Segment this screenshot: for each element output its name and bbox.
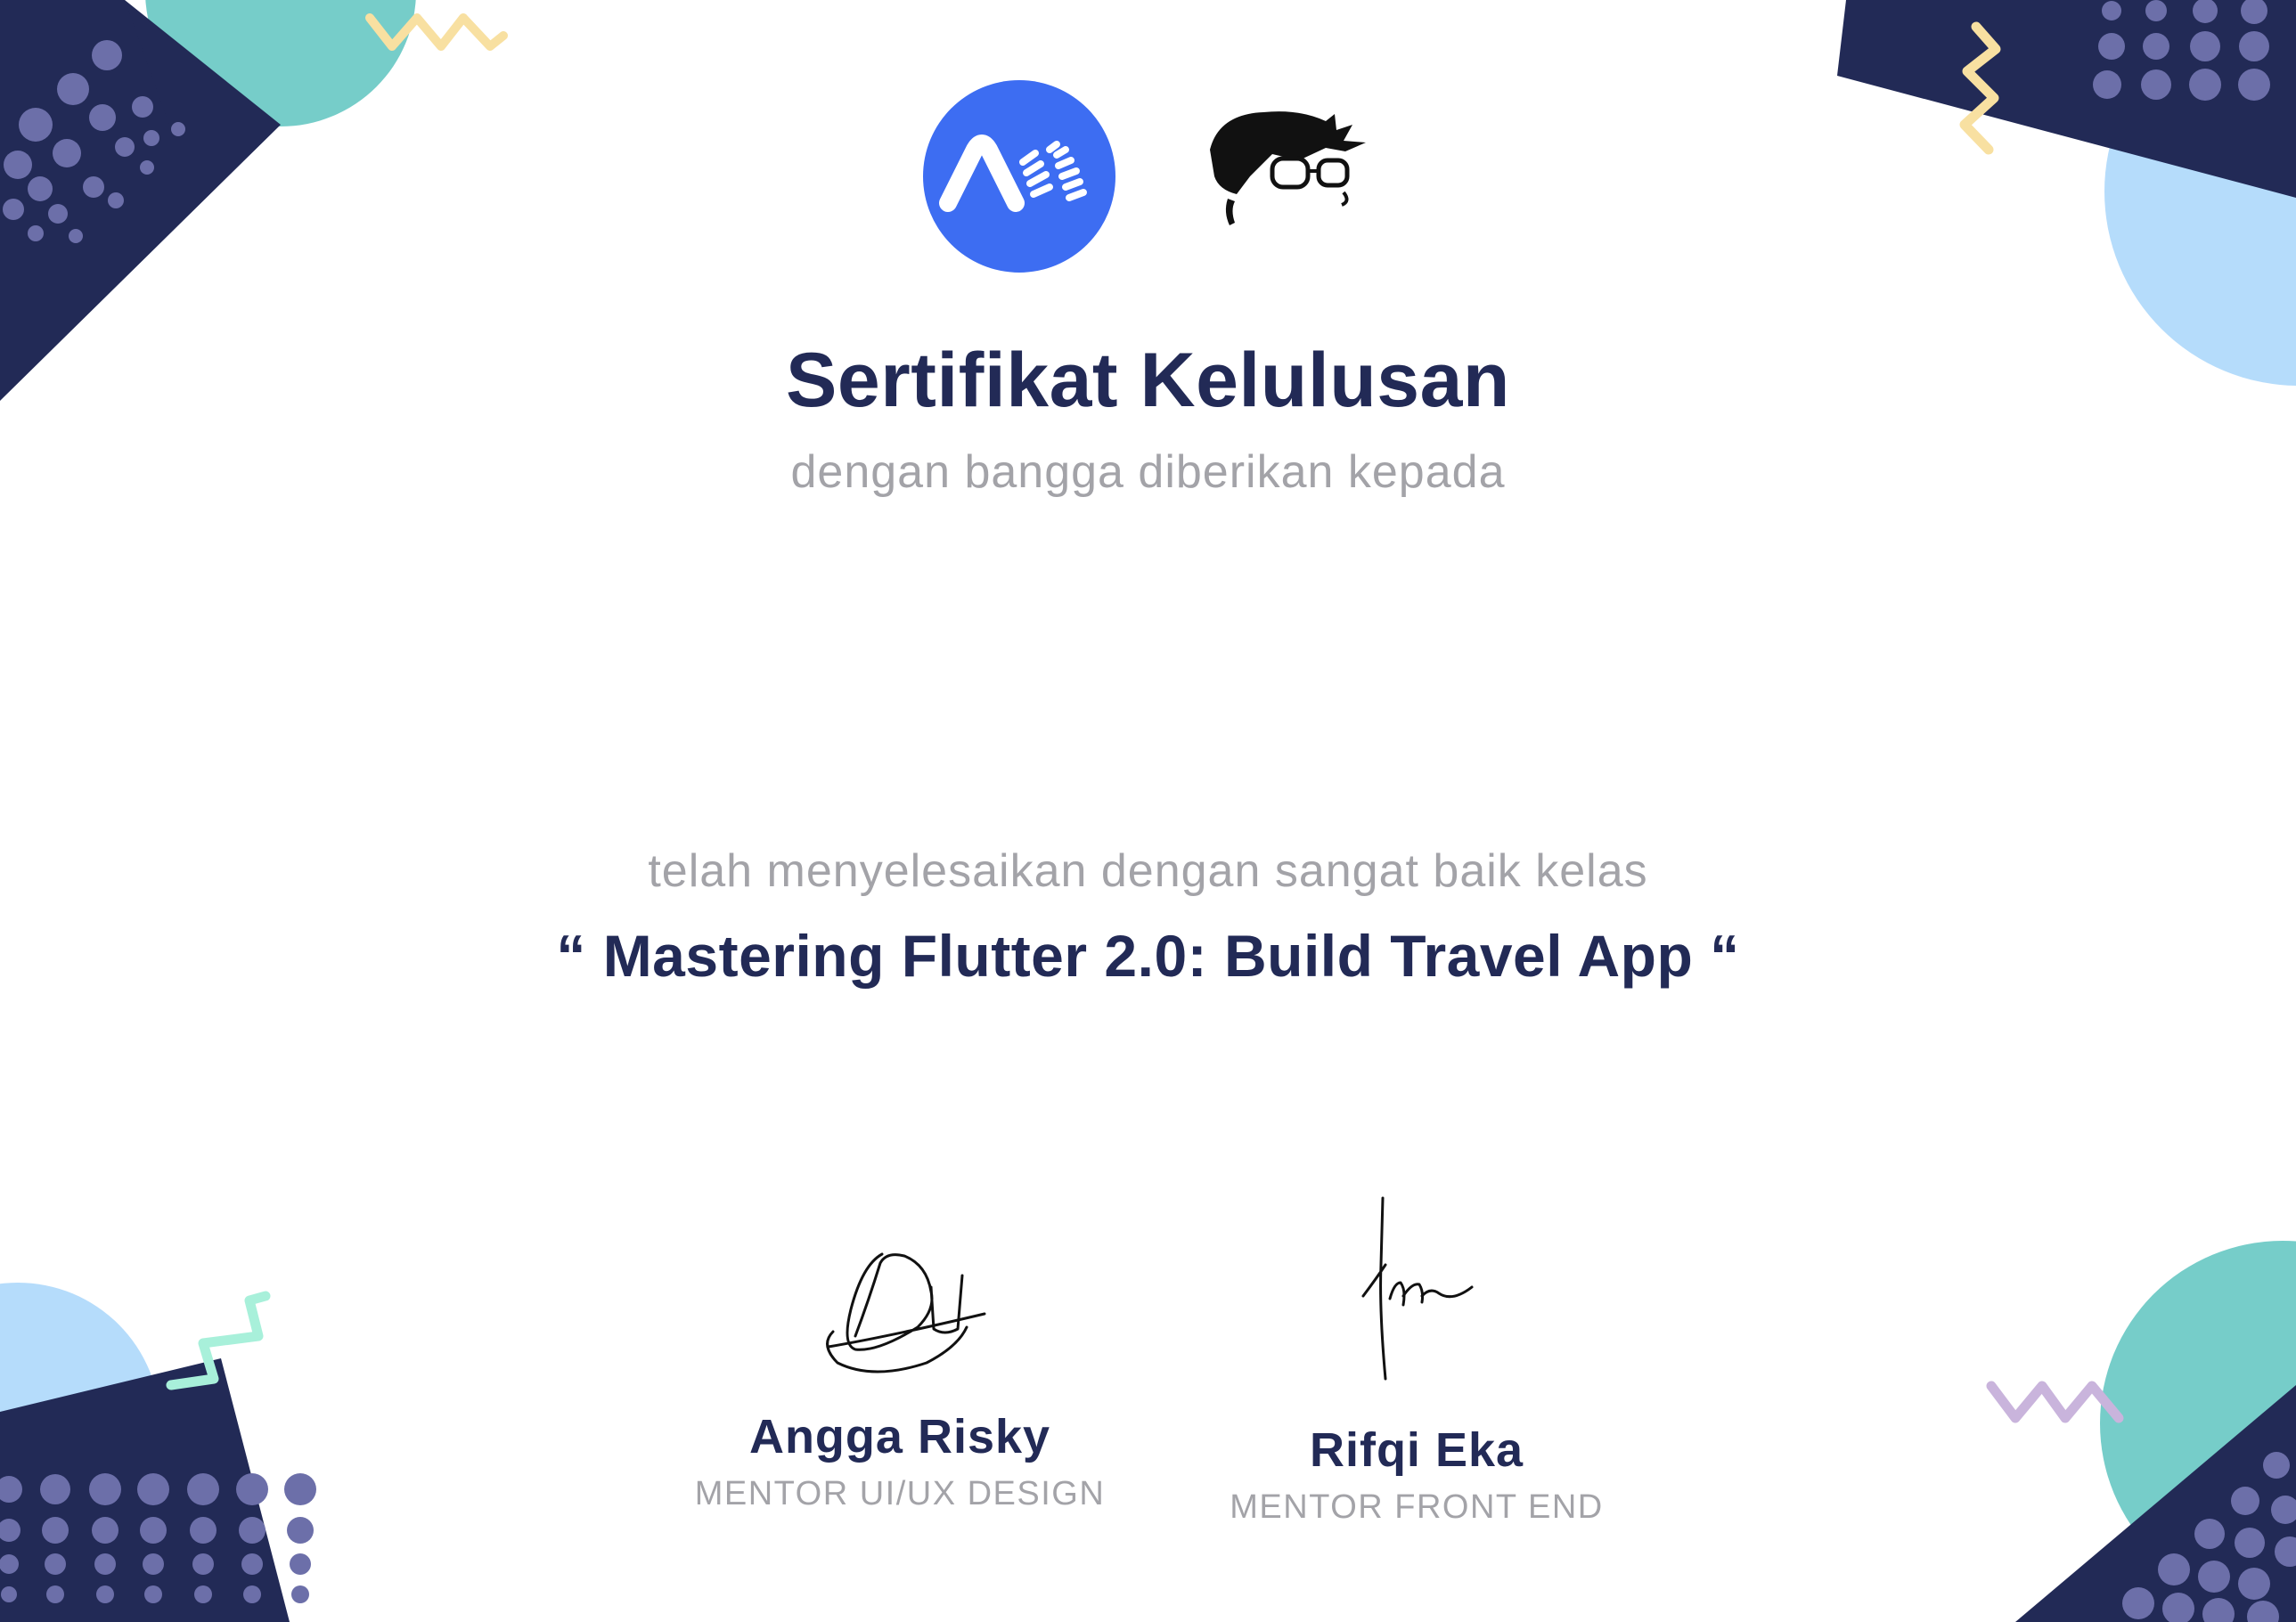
signatory-role: MENTOR UI/UX DESIGN bbox=[694, 1475, 1106, 1512]
signatures bbox=[826, 1196, 1474, 1381]
signature-angga bbox=[826, 1252, 986, 1373]
signature-rifqi bbox=[1361, 1196, 1474, 1381]
signatory-role: MENTOR FRONT END bbox=[1230, 1488, 1604, 1526]
signatory-name: Angga Risky bbox=[748, 1410, 1051, 1463]
signatory-angga: Angga Risky MENTOR UI/UX DESIGN bbox=[624, 1409, 1176, 1513]
signatory-name: Rifqi Eka bbox=[1309, 1423, 1524, 1477]
signatory-rifqi: Rifqi Eka MENTOR FRONT END bbox=[1140, 1422, 1693, 1527]
certificate: Sertifikat Kelulusan dengan bangga diber… bbox=[0, 0, 2296, 1622]
